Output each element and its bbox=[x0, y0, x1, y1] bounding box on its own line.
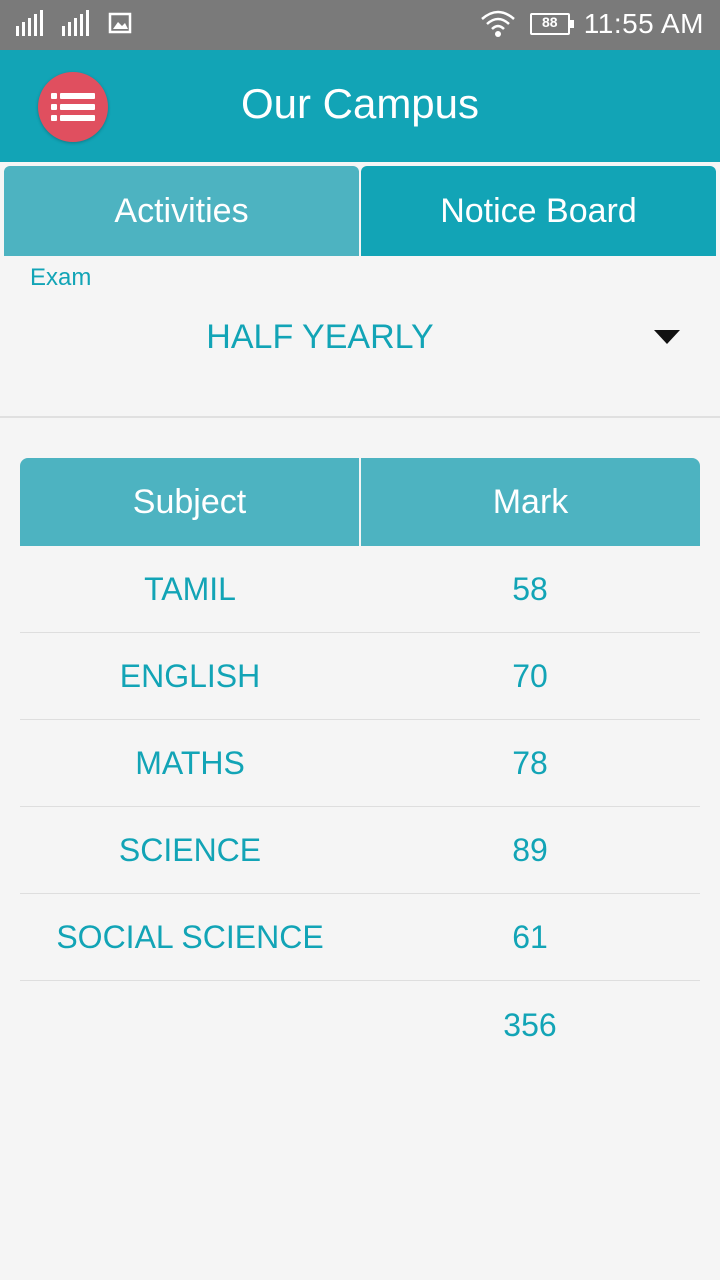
subject-cell: MATHS bbox=[135, 744, 245, 781]
status-bar: 88 11:55 AM bbox=[0, 0, 720, 50]
marks-table: Subject Mark TAMIL 58 ENGLISH 70 MATHS 7… bbox=[20, 458, 700, 1069]
battery-level: 88 bbox=[541, 14, 558, 30]
exam-label: Exam bbox=[30, 264, 92, 291]
tab-notice-board[interactable]: Notice Board bbox=[361, 166, 716, 256]
status-time: 11:55 AM bbox=[583, 8, 704, 39]
total-mark: 356 bbox=[503, 1006, 557, 1043]
header-subject: Subject bbox=[20, 458, 359, 546]
subject-cell: SOCIAL SCIENCE bbox=[56, 918, 324, 955]
subject-cell: SCIENCE bbox=[118, 831, 262, 868]
dropdown-arrow-icon bbox=[654, 330, 680, 344]
subject-cell: TAMIL bbox=[144, 570, 236, 607]
tab-activities[interactable]: Activities bbox=[4, 166, 359, 256]
exam-selected-value: HALF YEARLY bbox=[206, 318, 434, 356]
table-row: MATHS 78 bbox=[20, 720, 700, 807]
status-left bbox=[16, 10, 132, 36]
table-row: TAMIL 58 bbox=[20, 546, 700, 633]
signal-icon bbox=[62, 10, 89, 36]
tab-bar: Activities Notice Board bbox=[4, 166, 716, 256]
page-title: Our Campus bbox=[240, 80, 480, 127]
signal-icon bbox=[16, 10, 43, 36]
total-label-cell bbox=[20, 981, 360, 1069]
mark-cell: 70 bbox=[512, 657, 548, 694]
mark-cell: 61 bbox=[512, 918, 548, 955]
status-right: 88 11:55 AM bbox=[480, 8, 704, 40]
battery-icon: 88 bbox=[529, 13, 574, 35]
table-row: SCIENCE 89 bbox=[20, 807, 700, 894]
mark-cell: 58 bbox=[512, 570, 548, 607]
table-row: ENGLISH 70 bbox=[20, 633, 700, 720]
table-row: SOCIAL SCIENCE 61 bbox=[20, 894, 700, 981]
mark-cell: 89 bbox=[512, 831, 548, 868]
mark-cell: 78 bbox=[512, 744, 548, 781]
app-bar: Our Campus bbox=[0, 50, 720, 162]
header-mark: Mark bbox=[361, 458, 700, 546]
wifi-icon bbox=[480, 10, 515, 37]
table-header: Subject Mark bbox=[20, 458, 700, 546]
exam-dropdown[interactable]: HALF YEARLY bbox=[20, 300, 700, 376]
image-icon bbox=[108, 12, 132, 34]
total-row: 356 bbox=[20, 981, 700, 1069]
subject-cell: ENGLISH bbox=[119, 657, 261, 694]
divider bbox=[0, 416, 720, 418]
